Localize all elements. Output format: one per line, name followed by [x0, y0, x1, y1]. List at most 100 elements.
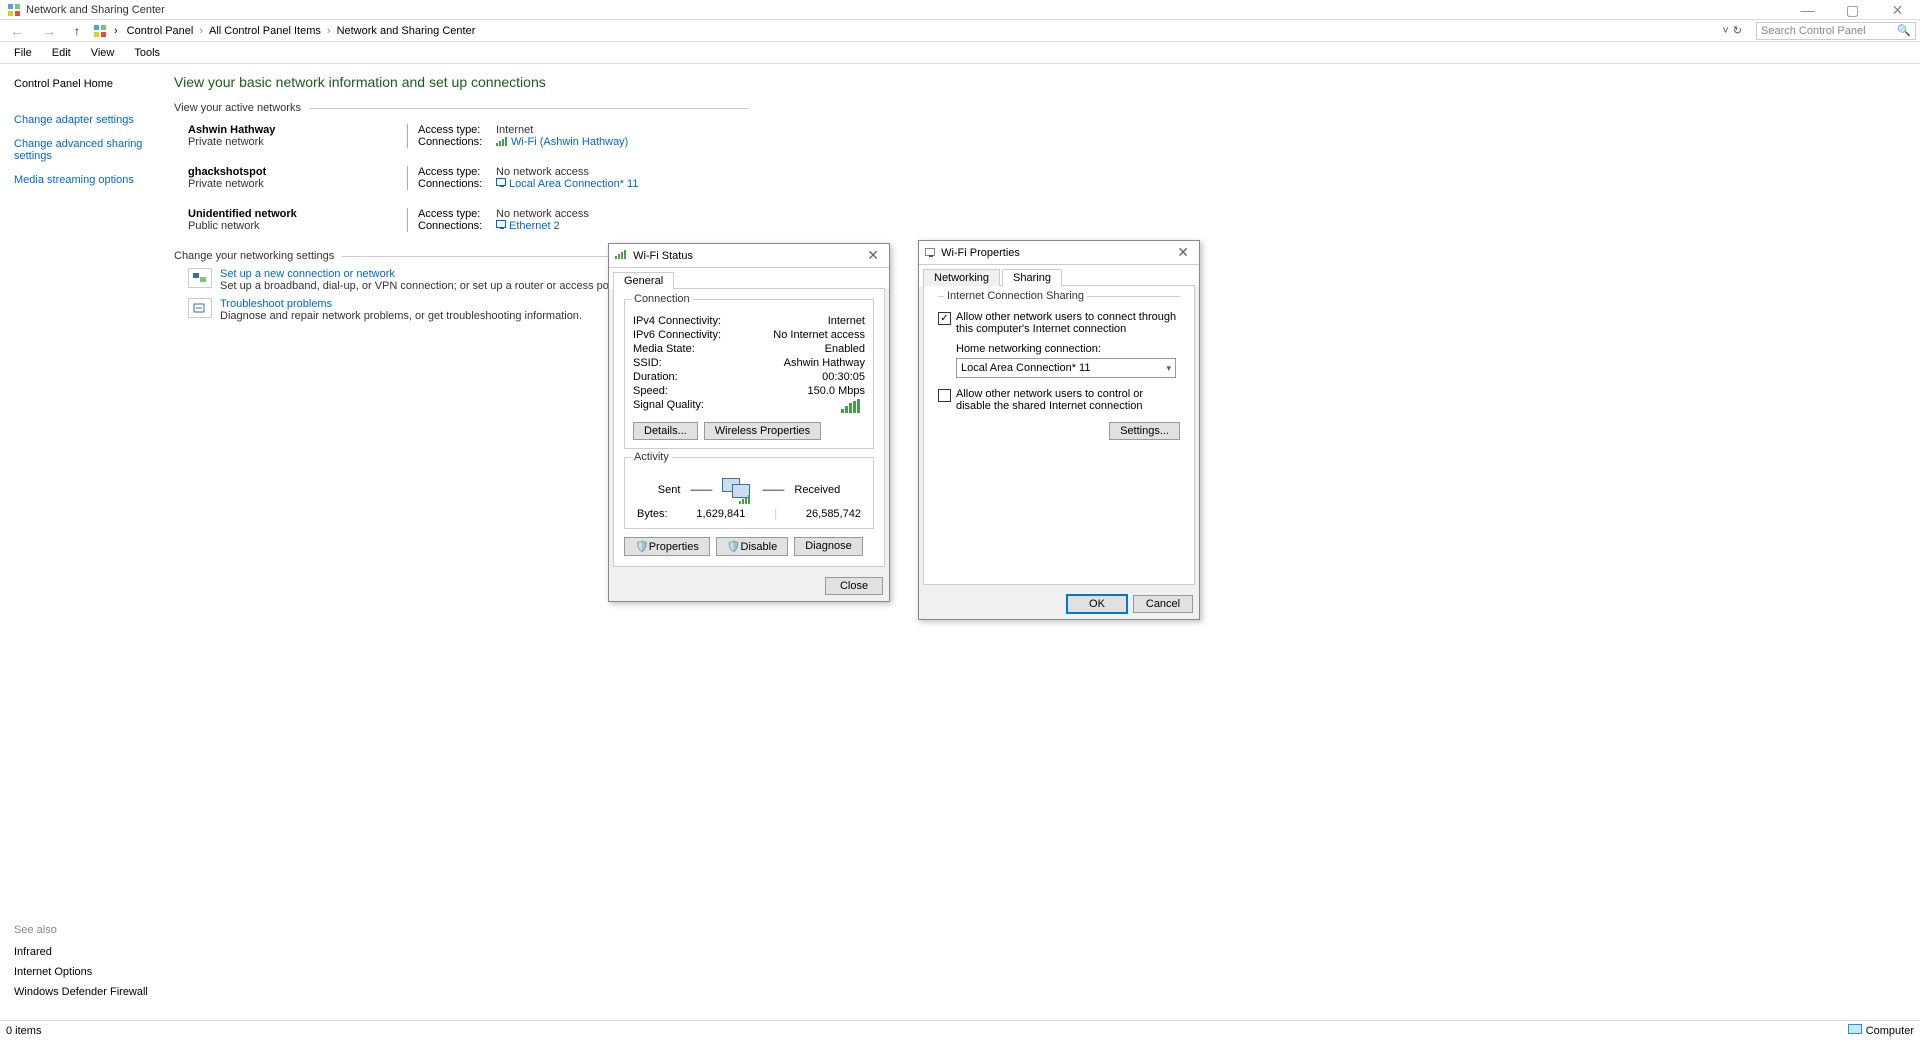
connections-label: Connections:: [418, 136, 496, 148]
sidebar-link-adapter[interactable]: Change adapter settings: [14, 110, 160, 130]
duration-label: Duration:: [633, 371, 678, 383]
refresh-button[interactable]: ↻: [1733, 24, 1742, 37]
ipv4-label: IPv4 Connectivity:: [633, 315, 721, 327]
activity-fieldset: Activity Sent —— —— Received Bytes: 1,62…: [624, 457, 874, 529]
access-type-label: Access type:: [418, 166, 496, 178]
back-button[interactable]: ←: [4, 23, 30, 39]
dialog-close-button[interactable]: ✕: [1173, 244, 1193, 261]
divider: ——: [762, 484, 784, 496]
close-button[interactable]: Close: [825, 577, 883, 595]
media-label: Media State:: [633, 343, 695, 355]
home-connection-value: Local Area Connection* 11: [961, 362, 1090, 374]
allow-control-checkbox[interactable]: [938, 389, 951, 402]
diagnose-button[interactable]: Diagnose: [794, 537, 862, 556]
connection-link[interactable]: Local Area Connection* 11: [509, 178, 638, 190]
activity-icon: [722, 478, 752, 502]
wifi-icon: [496, 136, 508, 146]
allow-control-label: Allow other network users to control or …: [956, 388, 1180, 412]
properties-button[interactable]: 🛡️Properties: [624, 537, 710, 556]
bytes-sent-value: 1,629,841: [696, 508, 745, 520]
menu-view[interactable]: View: [81, 47, 125, 59]
task-link[interactable]: Troubleshoot problems: [220, 298, 582, 310]
active-networks-title: View your active networks: [174, 102, 301, 114]
see-also-infrared[interactable]: Infrared: [14, 942, 160, 962]
ssid-value: Ashwin Hathway: [784, 357, 865, 369]
bytes-label: Bytes:: [637, 508, 668, 520]
dialog-body: Connection IPv4 Connectivity:Internet IP…: [613, 288, 885, 567]
home-connection-label: Home networking connection:: [956, 343, 1180, 355]
details-button[interactable]: Details...: [633, 422, 698, 440]
search-placeholder: Search Control Panel: [1761, 25, 1866, 37]
ipv6-label: IPv6 Connectivity:: [633, 329, 721, 341]
connections-label: Connections:: [418, 220, 496, 232]
task-description: Set up a broadband, dial-up, or VPN conn…: [220, 280, 624, 292]
task-description: Diagnose and repair network problems, or…: [220, 310, 582, 322]
settings-button[interactable]: Settings...: [1109, 422, 1180, 440]
network-name: Ashwin Hathway: [188, 124, 397, 136]
see-also-internet-options[interactable]: Internet Options: [14, 962, 160, 982]
monitor-icon: [1848, 1024, 1862, 1034]
tab-general[interactable]: General: [613, 272, 674, 289]
minimize-button[interactable]: —: [1785, 0, 1830, 20]
see-also-firewall[interactable]: Windows Defender Firewall: [14, 982, 160, 1002]
sidebar-link-media[interactable]: Media streaming options: [14, 170, 160, 190]
dialog-titlebar[interactable]: Wi-Fi Status ✕: [609, 244, 889, 268]
connection-link[interactable]: Ethernet 2: [509, 220, 560, 232]
breadcrumb-sep: ›: [196, 25, 206, 37]
dialog-close-button[interactable]: ✕: [863, 247, 883, 264]
task-link[interactable]: Set up a new connection or network: [220, 268, 624, 280]
dialog-titlebar[interactable]: Wi-Fi Properties ✕: [919, 241, 1199, 265]
tab-sharing[interactable]: Sharing: [1002, 269, 1062, 286]
access-type-value: No network access: [496, 208, 589, 220]
menu-file[interactable]: File: [4, 47, 42, 59]
connection-legend: Connection: [631, 293, 693, 305]
history-dropdown[interactable]: ˅: [1722, 25, 1728, 37]
sent-label: Sent: [658, 484, 681, 496]
disable-button[interactable]: 🛡️Disable: [716, 537, 788, 556]
dialog-footer: OK Cancel: [919, 589, 1199, 619]
ok-button[interactable]: OK: [1067, 595, 1127, 613]
window-title: Network and Sharing Center: [26, 4, 165, 16]
ethernet-icon: [496, 178, 506, 186]
divider: [309, 108, 749, 109]
network-type: Private network: [188, 136, 397, 148]
search-icon: 🔍: [1897, 24, 1911, 37]
status-computer: Computer: [1848, 1024, 1914, 1037]
see-also-block: See also Infrared Internet Options Windo…: [14, 904, 160, 1008]
titlebar: Network and Sharing Center — ▢ ✕: [0, 0, 1920, 20]
connection-link[interactable]: Wi-Fi (Ashwin Hathway): [511, 136, 628, 148]
menu-tools[interactable]: Tools: [124, 47, 170, 59]
network-type: Private network: [188, 178, 397, 190]
breadcrumb-item[interactable]: Network and Sharing Center: [334, 25, 479, 37]
ics-legend: Internet Connection Sharing: [944, 290, 1087, 302]
menu-edit[interactable]: Edit: [42, 47, 81, 59]
up-button[interactable]: ↑: [68, 24, 86, 38]
tab-networking[interactable]: Networking: [923, 269, 1000, 286]
breadcrumb-sep: ›: [114, 25, 118, 37]
home-connection-dropdown[interactable]: Local Area Connection* 11 ▾: [956, 358, 1176, 378]
search-box[interactable]: Search Control Panel 🔍: [1756, 22, 1916, 40]
shield-icon: 🛡️: [727, 541, 741, 553]
received-label: Received: [794, 484, 840, 496]
wireless-properties-button[interactable]: Wireless Properties: [704, 422, 821, 440]
menubar: File Edit View Tools: [0, 42, 1920, 64]
maximize-button[interactable]: ▢: [1830, 0, 1875, 20]
access-type-label: Access type:: [418, 124, 496, 136]
cancel-button[interactable]: Cancel: [1133, 595, 1193, 613]
see-also-label: See also: [14, 924, 160, 936]
allow-connect-checkbox[interactable]: ✓: [938, 312, 951, 325]
sidebar-home[interactable]: Control Panel Home: [14, 74, 160, 94]
breadcrumb-item[interactable]: Control Panel: [124, 25, 197, 37]
status-items: 0 items: [6, 1025, 41, 1037]
bytes-recv-value: 26,585,742: [806, 508, 861, 520]
close-button[interactable]: ✕: [1875, 0, 1920, 20]
dialog-tabs: General: [609, 268, 889, 289]
setup-connection-icon: [188, 268, 212, 288]
statusbar: 0 items Computer: [0, 1020, 1920, 1040]
sidebar-link-sharing[interactable]: Change advanced sharing settings: [14, 134, 160, 166]
breadcrumb-item[interactable]: All Control Panel Items: [206, 25, 324, 37]
ethernet-icon: [496, 220, 506, 228]
wifi-icon: [615, 249, 627, 259]
forward-button[interactable]: →: [36, 23, 62, 39]
change-settings-title: Change your networking settings: [174, 250, 334, 262]
